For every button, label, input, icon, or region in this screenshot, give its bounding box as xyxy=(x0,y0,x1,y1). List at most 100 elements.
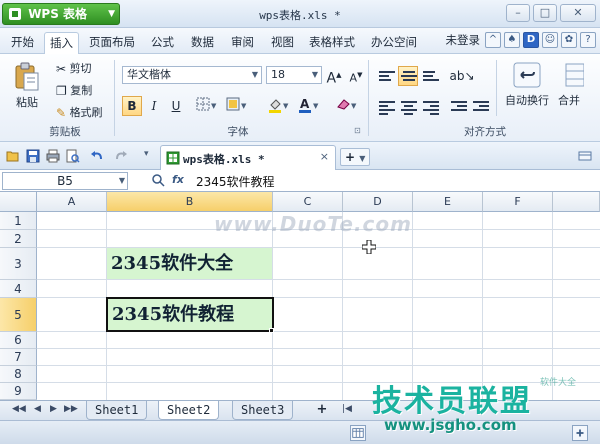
copy-button[interactable]: ❐ 复制 xyxy=(56,82,92,98)
font-dialog-launcher-icon[interactable]: ⊡ xyxy=(354,126,361,135)
align-bottom-button[interactable] xyxy=(420,66,440,86)
paste-button[interactable]: 粘贴 xyxy=(8,62,46,110)
customize-quick-access-icon[interactable]: ▾ xyxy=(144,149,149,159)
grow-font-button[interactable]: A▲ xyxy=(324,65,344,87)
font-size-select[interactable]: 18 ▼ xyxy=(266,66,322,84)
cell-b3[interactable]: 2345软件大全 xyxy=(107,248,272,279)
cell-color-button[interactable]: ▼ xyxy=(224,96,250,116)
increase-indent-button[interactable] xyxy=(470,96,490,116)
row-header[interactable]: 1 xyxy=(0,212,37,230)
row-header[interactable]: 2 xyxy=(0,230,37,248)
collapse-ribbon-icon[interactable]: ^ xyxy=(485,32,501,48)
tab-office-space[interactable]: 办公空间 xyxy=(366,32,422,54)
close-button[interactable]: ✕ xyxy=(560,4,596,22)
font-color-button[interactable]: A ▼ xyxy=(296,96,322,116)
row-header[interactable]: 9 xyxy=(0,383,37,400)
document-tab[interactable]: wps表格.xls * × xyxy=(160,145,336,170)
prev-sheet-icon[interactable]: ◀ xyxy=(34,404,41,414)
fill-handle[interactable] xyxy=(269,328,274,333)
shrink-font-button[interactable]: A▼ xyxy=(346,65,366,85)
align-middle-button[interactable] xyxy=(398,66,418,86)
sheet-tab-2[interactable]: Sheet2 xyxy=(158,401,220,420)
formula-input[interactable]: 2345软件教程 xyxy=(196,173,275,190)
tab-view[interactable]: 视图 xyxy=(266,32,299,54)
login-status[interactable]: 未登录 xyxy=(446,32,481,48)
close-tab-icon[interactable]: × xyxy=(320,150,329,163)
cell-b5-selected[interactable]: 2345软件教程 xyxy=(106,297,274,332)
tab-formulas[interactable]: 公式 xyxy=(146,32,179,54)
first-sheet-icon[interactable]: ◀◀ xyxy=(12,404,26,414)
merge-button[interactable]: 合并 xyxy=(558,62,598,108)
column-header-d[interactable]: D xyxy=(343,192,413,212)
user-icon[interactable]: ☺ xyxy=(542,32,558,48)
row-header[interactable]: 4 xyxy=(0,280,37,298)
print-preview-icon[interactable] xyxy=(66,149,80,163)
merge-icon xyxy=(565,63,584,87)
sheet-tab-3[interactable]: Sheet3 xyxy=(232,401,294,420)
row-header[interactable]: 3 xyxy=(0,248,37,280)
italic-button[interactable]: I xyxy=(144,96,164,116)
svg-text:▼: ▼ xyxy=(211,102,217,110)
zoom-in-icon[interactable] xyxy=(572,425,588,441)
row-header[interactable]: 7 xyxy=(0,349,37,366)
docer-icon[interactable]: D xyxy=(523,32,539,48)
bold-button[interactable]: B xyxy=(122,96,142,116)
undo-icon[interactable] xyxy=(90,149,104,163)
column-header-g[interactable] xyxy=(553,192,600,212)
fx-icon[interactable]: fx xyxy=(172,173,184,186)
gridline xyxy=(482,212,483,400)
select-all-corner[interactable] xyxy=(0,192,37,212)
skin-icon[interactable]: ♠ xyxy=(504,32,520,48)
normal-view-icon[interactable] xyxy=(350,425,366,441)
tab-table-style[interactable]: 表格样式 xyxy=(304,32,360,54)
align-right-icon xyxy=(423,99,439,115)
last-sheet-icon[interactable]: ▶▶ xyxy=(64,404,78,414)
name-box[interactable]: B5 ▼ xyxy=(2,172,128,190)
save-icon[interactable] xyxy=(26,149,40,163)
tab-data[interactable]: 数据 xyxy=(186,32,219,54)
help-icon[interactable]: ? xyxy=(580,32,596,48)
align-center-button[interactable] xyxy=(398,96,418,116)
settings-icon[interactable]: ✿ xyxy=(561,32,577,48)
zoom-icon[interactable] xyxy=(152,174,165,187)
column-header-c[interactable]: C xyxy=(273,192,343,212)
align-top-button[interactable] xyxy=(376,66,396,86)
row-header[interactable]: 5 xyxy=(0,298,37,332)
minimize-button[interactable]: – xyxy=(506,4,530,22)
add-sheet-button[interactable]: + xyxy=(310,402,334,419)
font-name-select[interactable]: 华文楷体 ▼ xyxy=(122,66,262,84)
tab-home[interactable]: 开始 xyxy=(6,32,39,54)
column-header-f[interactable]: F xyxy=(483,192,553,212)
column-header-a[interactable]: A xyxy=(37,192,107,212)
align-right-button[interactable] xyxy=(420,96,440,116)
redo-icon[interactable] xyxy=(114,149,128,163)
print-icon[interactable] xyxy=(46,149,60,163)
spreadsheet-grid[interactable]: A B C D E F 1 2 3 4 5 6 7 8 9 2345软件大全 2… xyxy=(0,192,600,400)
open-folder-icon[interactable] xyxy=(6,149,20,163)
fill-color-button[interactable]: ▼ xyxy=(266,96,292,116)
cut-button[interactable]: ✂ 剪切 xyxy=(56,60,92,76)
window-layout-icon[interactable] xyxy=(578,149,592,163)
formula-bar: B5 ▼ fx 2345软件教程 xyxy=(0,170,600,192)
tab-page-layout[interactable]: 页面布局 xyxy=(84,32,140,54)
decrease-indent-button[interactable] xyxy=(448,96,468,116)
new-tab-button[interactable]: + ▼ xyxy=(340,148,370,166)
next-sheet-icon[interactable]: ▶ xyxy=(50,404,57,414)
underline-button[interactable]: U xyxy=(166,96,186,116)
sheet-tab-1[interactable]: Sheet1 xyxy=(86,401,148,420)
orientation-button[interactable]: ab↘ xyxy=(448,66,476,86)
row-header[interactable]: 6 xyxy=(0,332,37,349)
column-header-b[interactable]: B xyxy=(107,192,273,212)
column-header-e[interactable]: E xyxy=(413,192,483,212)
gridline xyxy=(552,212,553,400)
row-header[interactable]: 8 xyxy=(0,366,37,383)
wrap-text-button[interactable]: 自动换行 xyxy=(502,62,552,108)
align-left-button[interactable] xyxy=(376,96,396,116)
tab-insert[interactable]: 插入 xyxy=(44,32,79,54)
eraser-button[interactable]: ▼ xyxy=(334,96,360,116)
format-painter-button[interactable]: ✎ 格式刷 xyxy=(56,104,103,120)
maximize-button[interactable]: □ xyxy=(533,4,557,22)
tab-review[interactable]: 审阅 xyxy=(226,32,259,54)
tab-scroll-handle-icon[interactable]: |◀ xyxy=(342,404,352,414)
borders-button[interactable]: ▼ xyxy=(194,96,220,116)
